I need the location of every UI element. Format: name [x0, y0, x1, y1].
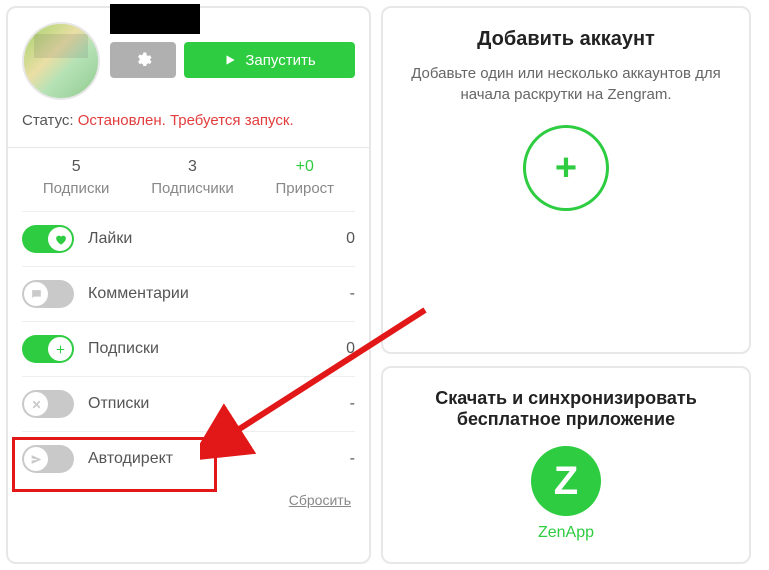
add-account-subtitle: Добавьте один или несколько аккаунтов дл… [403, 63, 729, 105]
reset-link[interactable]: Сбросить [22, 492, 355, 508]
add-account-button[interactable]: + [523, 125, 609, 211]
stat-followers: 3 Подписчики [151, 158, 234, 197]
option-value: - [350, 450, 355, 468]
toggle-likes[interactable] [22, 225, 74, 253]
toggle-comments[interactable] [22, 280, 74, 308]
option-value: 0 [346, 340, 355, 358]
option-unsubs: Отписки - [22, 376, 355, 431]
stat-value: +0 [276, 158, 335, 176]
download-app-card: Скачать и синхронизировать бесплатное пр… [381, 366, 751, 564]
add-account-title: Добавить аккаунт [403, 28, 729, 51]
option-comments: Комментарии - [22, 266, 355, 321]
option-value: - [350, 285, 355, 303]
option-label: Подписки [88, 340, 159, 358]
status-row: Статус: Остановлен. Требуется запуск. [22, 112, 355, 129]
stat-subscriptions: 5 Подписки [43, 158, 110, 197]
comment-icon [30, 288, 43, 301]
run-button-label: Запустить [245, 52, 315, 69]
download-app-title: Скачать и синхронизировать бесплатное пр… [403, 388, 729, 430]
option-label: Отписки [88, 395, 149, 413]
stat-label: Подписчики [151, 180, 234, 197]
stat-growth: +0 Прирост [276, 158, 335, 197]
option-label: Лайки [88, 230, 132, 248]
gear-icon [134, 51, 152, 69]
plus-icon: + [555, 149, 577, 187]
stats-row: 5 Подписки 3 Подписчики +0 Прирост [22, 158, 355, 197]
plus-icon [54, 343, 67, 356]
status-value: Остановлен. Требуется запуск. [78, 112, 294, 129]
play-icon [223, 53, 237, 67]
run-button[interactable]: Запустить [184, 42, 355, 78]
avatar[interactable] [22, 22, 100, 100]
x-icon [30, 398, 43, 411]
option-likes: Лайки 0 [22, 211, 355, 266]
settings-button[interactable] [110, 42, 176, 78]
status-label: Статус: [22, 112, 74, 129]
stat-value: 3 [151, 158, 234, 176]
stat-value: 5 [43, 158, 110, 176]
toggle-unsubs[interactable] [22, 390, 74, 418]
toggle-subs[interactable] [22, 335, 74, 363]
option-label: Комментарии [88, 285, 189, 303]
app-name: ZenApp [403, 524, 729, 542]
stat-label: Подписки [43, 180, 110, 197]
account-username [110, 4, 200, 34]
option-subs: Подписки 0 [22, 321, 355, 376]
option-value: 0 [346, 230, 355, 248]
heart-icon [54, 233, 67, 246]
stat-label: Прирост [276, 180, 335, 197]
app-badge[interactable]: Z [531, 446, 601, 516]
annotation-highlight [12, 437, 217, 492]
add-account-card: Добавить аккаунт Добавьте один или неско… [381, 6, 751, 354]
option-value: - [350, 395, 355, 413]
